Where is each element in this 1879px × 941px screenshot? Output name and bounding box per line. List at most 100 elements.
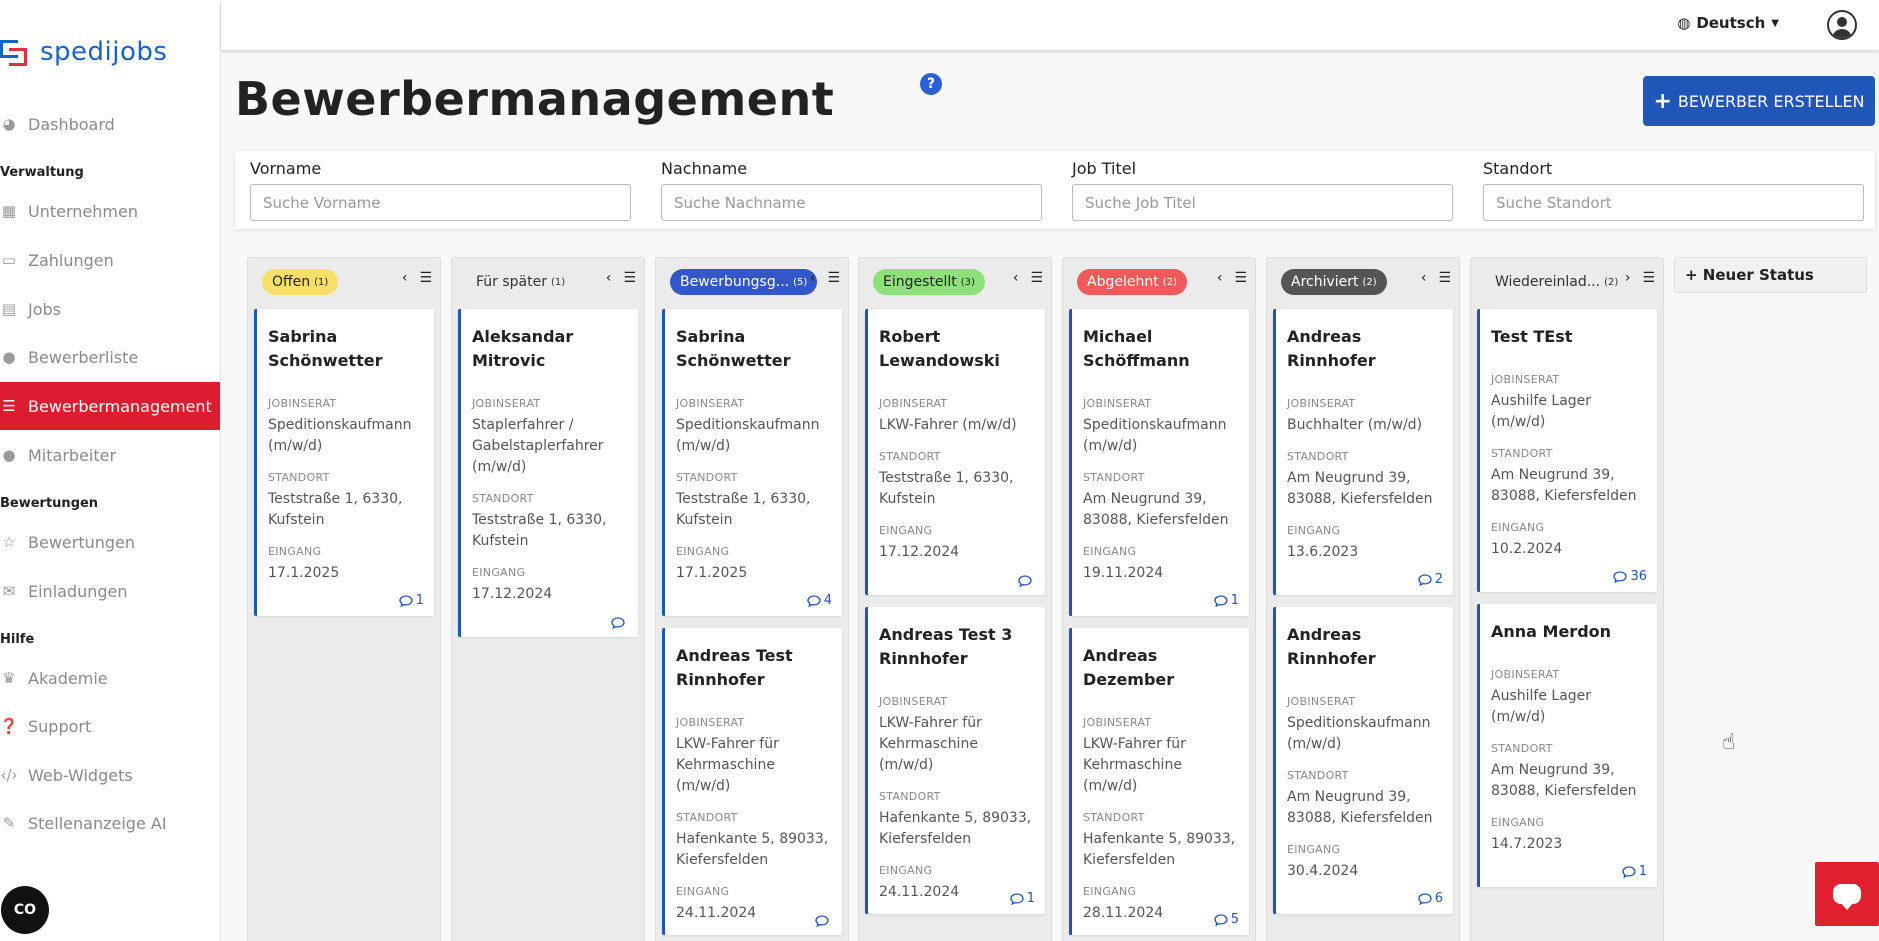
status-badge[interactable]: Bewerbungsg... (5) xyxy=(670,269,818,295)
cookie-consent-button[interactable]: CO xyxy=(1,886,49,934)
brand-logo[interactable]: spedijobs xyxy=(0,34,167,70)
chevron-left-icon[interactable]: ‹ xyxy=(1421,270,1427,286)
chevron-left-icon[interactable]: ‹ xyxy=(606,270,612,286)
chevron-right-icon[interactable]: › xyxy=(1625,270,1631,286)
sidebar-item-bewerbermanagement[interactable]: ☰ Bewerbermanagement xyxy=(0,382,220,430)
field-label: STANDORT xyxy=(1083,811,1145,824)
sidebar-item-support[interactable]: ❓ Support xyxy=(0,702,220,750)
new-status-button[interactable]: + Neuer Status xyxy=(1674,257,1867,293)
applicant-card[interactable]: Sabrina Schönwetter JOBINSERAT Speditionska… xyxy=(254,309,434,616)
status-count: (2) xyxy=(1162,276,1177,288)
search-vorname-input[interactable] xyxy=(250,184,631,221)
comments-indicator[interactable]: 1 xyxy=(1214,593,1239,608)
comments-indicator[interactable]: 6 xyxy=(1418,891,1443,906)
status-badge[interactable]: Wiedereinlad... (2) xyxy=(1485,269,1628,295)
plus-icon: + xyxy=(1653,88,1672,114)
applicant-card[interactable]: Andreas Test 3 Rinnhofer JOBINSERAT LKW-Fah… xyxy=(865,607,1045,914)
page-title: Bewerbermanagement xyxy=(235,72,835,126)
sidebar-item-label: Einladungen xyxy=(28,581,128,601)
status-badge[interactable]: Offen (1) xyxy=(262,269,339,295)
applicant-card[interactable]: Andreas Rinnhofer JOBINSERAT Speditionskauf… xyxy=(1273,607,1453,914)
sidebar-item-akademie[interactable]: ♛ Akademie xyxy=(0,654,220,702)
menu-icon[interactable]: ☰ xyxy=(419,270,432,286)
location: Hafenkante 5, 89033, Kiefersfelden xyxy=(1083,831,1236,868)
status-column: Für später (1) ‹ ☰ Aleksandar Mitrovic JOBINSE… xyxy=(451,257,645,941)
comments-indicator[interactable]: 4 xyxy=(807,593,832,608)
comment-icon xyxy=(807,594,821,607)
user-avatar-icon[interactable] xyxy=(1827,10,1857,40)
field-label: EINGANG xyxy=(1491,521,1545,534)
status-column-header: Bewerbungsg... (5) ‹ ☰ xyxy=(656,258,850,303)
column-controls: ‹ ☰ xyxy=(1421,270,1451,286)
applicant-name: Andreas Test Rinnhofer xyxy=(676,644,830,692)
menu-icon[interactable]: ☰ xyxy=(1642,270,1655,286)
status-name: Für später xyxy=(476,274,547,290)
sidebar-item-stellenanzeige-ai[interactable]: ✎ Stellenanzeige AI xyxy=(0,799,220,847)
search-nachname-input[interactable] xyxy=(661,184,1042,221)
menu-icon[interactable]: ☰ xyxy=(1030,270,1043,286)
sidebar-item-label: Mitarbeiter xyxy=(28,445,117,465)
sidebar-item-label: Stellenanzeige AI xyxy=(28,813,167,833)
chevron-left-icon[interactable]: ‹ xyxy=(810,270,816,286)
menu-icon[interactable]: ☰ xyxy=(1234,270,1247,286)
sidebar-item-unternehmen[interactable]: ▦ Unternehmen xyxy=(0,187,220,235)
caret-down-icon: ▼ xyxy=(1771,17,1779,29)
applicant-card[interactable]: Michael Schöffmann JOBINSERAT Speditionskau… xyxy=(1069,309,1249,616)
applicant-card[interactable]: Robert Lewandowski JOBINSERAT LKW-Fahrer (m… xyxy=(865,309,1045,595)
status-column: Eingestellt (3) ‹ ☰ Robert Lewandowski JOBINSE… xyxy=(858,257,1052,941)
chevron-left-icon[interactable]: ‹ xyxy=(1013,270,1019,286)
status-badge[interactable]: Archiviert (2) xyxy=(1281,269,1387,295)
magic-wand-icon: ✎ xyxy=(2,814,16,832)
applicant-card[interactable]: Andreas Rinnhofer JOBINSERAT Buchhalter (m/… xyxy=(1273,309,1453,595)
comment-icon xyxy=(1214,594,1228,607)
status-count: (5) xyxy=(793,276,808,288)
menu-icon[interactable]: ☰ xyxy=(1438,270,1451,286)
field-label: JOBINSERAT xyxy=(676,716,745,729)
section-hilfe: Hilfe xyxy=(0,632,35,647)
comments-indicator[interactable] xyxy=(1018,575,1035,587)
sidebar-item-label: Zahlungen xyxy=(28,250,114,270)
applicant-card[interactable]: Test TEst JOBINSERAT Aushilfe Lager (m/w/d… xyxy=(1477,309,1657,592)
sidebar-item-bewerberliste[interactable]: ● Bewerberliste xyxy=(0,333,220,381)
sidebar-item-einladungen[interactable]: ✉ Einladungen xyxy=(0,567,220,615)
comments-indicator[interactable]: 1 xyxy=(399,593,424,608)
comments-indicator[interactable] xyxy=(815,915,832,927)
status-badge[interactable]: Abgelehnt (2) xyxy=(1077,269,1187,295)
menu-icon[interactable]: ☰ xyxy=(827,270,840,286)
comment-count: 4 xyxy=(823,593,832,608)
sidebar-item-label: Bewerberliste xyxy=(28,347,139,367)
comments-indicator[interactable]: 1 xyxy=(1622,864,1647,879)
menu-icon[interactable]: ☰ xyxy=(623,270,636,286)
comments-indicator[interactable]: 2 xyxy=(1418,572,1443,587)
applicant-card[interactable]: Sabrina Schönwetter JOBINSERAT Speditionska… xyxy=(662,309,842,616)
sidebar-item-jobs[interactable]: ▤ Jobs xyxy=(0,285,220,333)
comments-indicator[interactable] xyxy=(611,617,628,629)
field-label: JOBINSERAT xyxy=(1287,695,1356,708)
status-badge[interactable]: Eingestellt (3) xyxy=(873,269,985,295)
help-icon[interactable]: ? xyxy=(920,73,942,95)
search-job-titel-input[interactable] xyxy=(1072,184,1453,221)
comments-indicator[interactable]: 36 xyxy=(1613,569,1647,584)
chevron-left-icon[interactable]: ‹ xyxy=(1217,270,1223,286)
sidebar-item-bewertungen[interactable]: ☆ Bewertungen xyxy=(0,518,220,566)
status-badge[interactable]: Für später (1) xyxy=(466,269,575,295)
applicant-card[interactable]: Anna Merdon JOBINSERAT Aushilfe Lager (m/w… xyxy=(1477,604,1657,887)
applicant-card[interactable]: Aleksandar Mitrovic JOBINSERAT Staplerfahre… xyxy=(458,309,638,637)
comment-icon xyxy=(1010,892,1024,905)
search-standort-input[interactable] xyxy=(1483,184,1864,221)
status-count: (2) xyxy=(1362,276,1377,288)
applicant-card[interactable]: Andreas Test Rinnhofer JOBINSERAT LKW-Fahre… xyxy=(662,628,842,935)
chat-widget-button[interactable] xyxy=(1815,862,1879,926)
language-selector[interactable]: ◍ Deutsch ▼ xyxy=(1677,14,1779,32)
comments-indicator[interactable]: 1 xyxy=(1010,891,1035,906)
field-label: STANDORT xyxy=(1491,447,1553,460)
applicant-card[interactable]: Andreas Dezember JOBINSERAT LKW-Fahrer für … xyxy=(1069,628,1249,935)
create-applicant-button[interactable]: + BEWERBER ERSTELLEN xyxy=(1643,76,1875,126)
sidebar-item-mitarbeiter[interactable]: ● Mitarbeiter xyxy=(0,431,220,479)
chevron-left-icon[interactable]: ‹ xyxy=(402,270,408,286)
status-column-header: Offen (1) ‹ ☰ xyxy=(248,258,442,303)
sidebar-item-dashboard[interactable]: ◕ Dashboard xyxy=(0,100,220,148)
comments-indicator[interactable]: 5 xyxy=(1214,912,1239,927)
sidebar-item-zahlungen[interactable]: ▭ Zahlungen xyxy=(0,236,220,284)
sidebar-item-web-widgets[interactable]: ‹/› Web-Widgets xyxy=(0,751,220,799)
